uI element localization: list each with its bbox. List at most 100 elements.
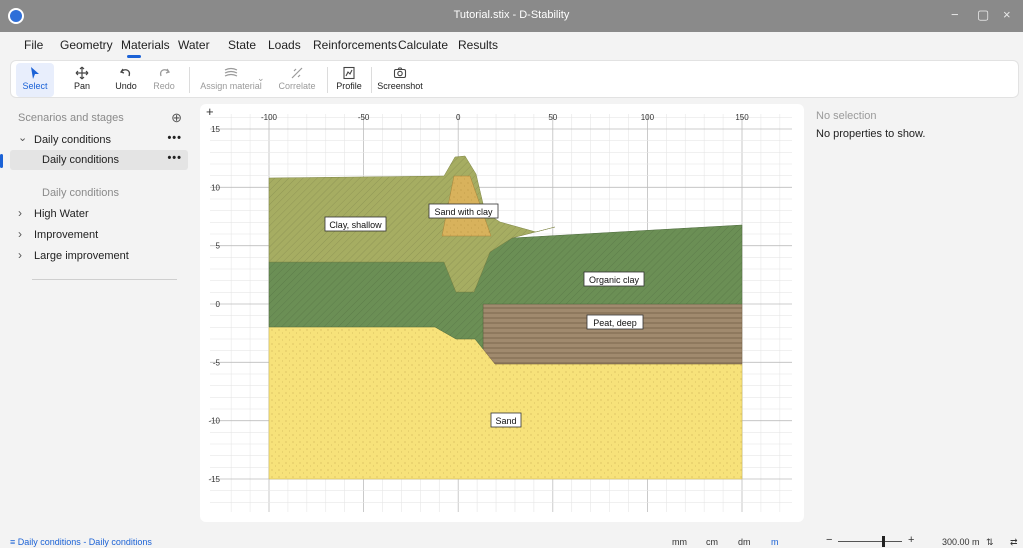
label-sand: Sand xyxy=(490,412,522,428)
more-icon[interactable]: ••• xyxy=(167,132,182,144)
material-icon xyxy=(224,67,238,77)
select-label: Select xyxy=(22,81,48,91)
redo-icon xyxy=(159,68,171,77)
zoom-out-button[interactable]: − xyxy=(826,534,832,546)
undo-icon xyxy=(119,68,131,77)
status-bar: ≡ Daily conditions - Daily conditions mm… xyxy=(0,530,1023,548)
toolbar: Select Pan Undo Redo Assign material ⌄ C… xyxy=(10,60,1019,98)
stage-daily-conditions-inactive[interactable]: Daily conditions xyxy=(10,183,188,203)
y-tick-label: 5 xyxy=(216,242,221,251)
active-menu-indicator xyxy=(127,55,141,58)
chevron-right-icon[interactable]: › xyxy=(18,227,22,241)
scenarios-header: Scenarios and stages ⊕ xyxy=(10,108,188,128)
menu-calculate[interactable]: Calculate xyxy=(398,38,448,52)
x-tick-label: 50 xyxy=(548,113,557,122)
label-clay-shallow: Clay, shallow xyxy=(324,216,387,232)
correlate-label: Correlate xyxy=(278,81,316,91)
menu-water[interactable]: Water xyxy=(178,38,210,52)
redo-button[interactable]: Redo xyxy=(149,63,179,97)
undo-label: Undo xyxy=(115,81,137,91)
label-sand-with-clay-text: Sand with clay xyxy=(434,207,493,217)
profile-button[interactable]: Profile xyxy=(333,63,365,97)
properties-panel: No selection No properties to show. xyxy=(816,110,1016,140)
screenshot-button[interactable]: Screenshot xyxy=(377,63,423,97)
more-icon[interactable]: ••• xyxy=(167,152,182,164)
layer-peat-texture xyxy=(483,304,742,364)
pan-icon xyxy=(75,66,89,80)
menu-reinforcements[interactable]: Reinforcements xyxy=(313,38,397,52)
menu-state[interactable]: State xyxy=(228,38,256,52)
current-stage-link[interactable]: ≡ Daily conditions - Daily conditions xyxy=(10,537,152,547)
scenario-daily-conditions[interactable]: ⌄ Daily conditions ••• xyxy=(10,130,188,150)
window-title: Tutorial.stix - D-Stability xyxy=(453,9,570,21)
undo-button[interactable]: Undo xyxy=(111,63,141,97)
current-stage-text: Daily conditions - Daily conditions xyxy=(17,537,152,547)
add-scenario-icon[interactable]: ⊕ xyxy=(171,110,182,126)
list-icon: ≡ xyxy=(10,537,16,547)
pan-button[interactable]: Pan xyxy=(67,63,97,97)
properties-title: No selection xyxy=(816,110,877,122)
menu-results[interactable]: Results xyxy=(458,38,498,52)
x-tick-label: 150 xyxy=(735,113,749,122)
chevron-right-icon[interactable]: › xyxy=(18,206,22,220)
select-button[interactable]: Select xyxy=(16,63,54,97)
properties-message: No properties to show. xyxy=(816,128,926,140)
scenario-large-improvement[interactable]: › Large improvement xyxy=(10,246,188,266)
y-tick-label: 10 xyxy=(211,183,220,192)
assign-material-button[interactable]: Assign material xyxy=(197,63,265,97)
menu-materials[interactable]: Materials xyxy=(121,38,170,52)
label-sand-text: Sand xyxy=(495,416,516,426)
correlate-button[interactable]: Correlate xyxy=(275,63,319,97)
menu-loads[interactable]: Loads xyxy=(268,38,301,52)
label-peat-deep-text: Peat, deep xyxy=(593,318,637,328)
unit-mm[interactable]: mm xyxy=(672,537,687,547)
minimize-button[interactable]: − xyxy=(951,7,959,22)
label-organic-clay: Organic clay xyxy=(583,271,645,287)
swap-horizontal-icon[interactable]: ⇄ xyxy=(1010,537,1018,548)
geometry-canvas[interactable]: -100 -50 0 50 100 150 15 10 5 0 -5 -10 -15 + Clay, … xyxy=(200,104,804,522)
menu-geometry[interactable]: Geometry xyxy=(60,38,113,52)
redo-label: Redo xyxy=(153,81,175,91)
zoom-level: 300.00 m xyxy=(942,537,980,547)
scenario-label: Large improvement xyxy=(34,250,129,262)
maximize-button[interactable]: ▢ xyxy=(977,7,989,23)
scenarios-title: Scenarios and stages xyxy=(18,112,124,124)
zoom-slider-track[interactable] xyxy=(838,541,902,542)
scenario-improvement[interactable]: › Improvement xyxy=(10,225,188,245)
stage-daily-conditions[interactable]: Daily conditions ••• xyxy=(10,150,188,170)
zoom-in-button[interactable]: + xyxy=(908,534,914,546)
chevron-down-icon[interactable]: ⌄ xyxy=(18,131,27,144)
stage-label: Daily conditions xyxy=(42,187,120,199)
chevron-down-icon[interactable]: ⌄ xyxy=(257,73,265,84)
unit-dm[interactable]: dm xyxy=(738,537,751,547)
x-tick-label: 0 xyxy=(456,113,461,122)
scenario-label: Improvement xyxy=(34,229,99,241)
unit-cm[interactable]: cm xyxy=(706,537,718,547)
scenario-high-water[interactable]: › High Water xyxy=(10,204,188,224)
chevron-right-icon[interactable]: › xyxy=(18,248,22,262)
swap-vertical-icon[interactable]: ⇅ xyxy=(986,537,994,548)
y-tick-label: 0 xyxy=(216,300,221,309)
y-tick-label: -15 xyxy=(208,475,220,484)
cursor-icon xyxy=(31,67,39,79)
scenarios-panel: Scenarios and stages ⊕ ⌄ Daily condition… xyxy=(10,104,190,524)
geometry-view[interactable]: -100 -50 0 50 100 150 151050-5-10-15 + Clay, … xyxy=(200,104,804,522)
menu-file[interactable]: File xyxy=(24,38,43,52)
label-organic-clay-text: Organic clay xyxy=(589,275,640,285)
scenario-label: Daily conditions xyxy=(34,134,112,146)
title-bar: Tutorial.stix - D-Stability − ▢ × xyxy=(0,0,1023,32)
scenario-label: High Water xyxy=(34,208,89,220)
unit-m[interactable]: m xyxy=(771,537,779,547)
y-tick-label: -10 xyxy=(208,417,220,426)
toolbar-separator xyxy=(371,67,372,93)
label-peat-deep: Peat, deep xyxy=(586,314,644,330)
x-tick-label: -100 xyxy=(261,113,278,122)
correlate-icon xyxy=(291,67,303,79)
menu-bar: File Geometry Materials Water State Load… xyxy=(0,32,1023,58)
camera-icon xyxy=(393,67,407,79)
pan-label: Pan xyxy=(73,81,90,91)
close-button[interactable]: × xyxy=(1003,7,1011,22)
zoom-extent-icon[interactable]: + xyxy=(206,104,214,119)
toolbar-separator xyxy=(327,67,328,93)
zoom-slider-thumb[interactable] xyxy=(882,536,885,547)
